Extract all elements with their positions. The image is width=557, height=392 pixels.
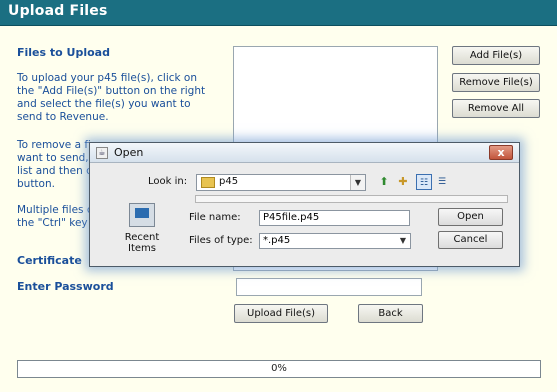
window-title: Upload Files	[8, 3, 108, 19]
dialog-title-bar[interactable]: ☕ Open x	[90, 143, 519, 163]
upload-progress-bar: 0%	[17, 360, 541, 378]
remove-line: list and then cl	[17, 165, 95, 177]
new-folder-icon[interactable]: ✚	[395, 174, 411, 190]
back-button[interactable]: Back	[358, 304, 423, 323]
files-of-type-value: *.p45	[263, 235, 291, 246]
file-name-input[interactable]: P45file.p45	[259, 210, 410, 226]
upload-instructions: To upload your p45 file(s), click on the…	[17, 72, 206, 123]
certificate-heading: Certificate	[17, 254, 82, 267]
upload-files-button[interactable]: Upload File(s)	[234, 304, 328, 323]
open-dialog: ☕ Open x Look in: p45 ▼ ⬆ ✚ ☷ ☰ Recent I…	[89, 142, 520, 267]
remove-instructions: To remove a fi want to send, s list and …	[17, 139, 97, 191]
password-heading: Enter Password	[17, 280, 114, 293]
file-name-label: File name:	[189, 212, 241, 223]
add-files-button[interactable]: Add File(s)	[452, 46, 540, 65]
remove-line: button.	[17, 178, 55, 190]
files-heading: Files to Upload	[17, 46, 110, 59]
title-bar: Upload Files	[0, 0, 557, 26]
progress-label: 0%	[271, 363, 287, 374]
java-app-icon: ☕	[96, 147, 108, 159]
files-of-type-label: Files of type:	[189, 235, 253, 246]
look-in-label: Look in:	[148, 176, 188, 187]
cancel-button[interactable]: Cancel	[438, 231, 503, 249]
file-browser-scrollbar[interactable]	[195, 195, 508, 203]
remove-all-button[interactable]: Remove All	[452, 99, 540, 118]
remove-files-button[interactable]: Remove File(s)	[452, 73, 540, 92]
files-of-type-select[interactable]: *.p45 ▼	[259, 233, 411, 249]
chevron-down-icon: ▼	[350, 175, 365, 190]
list-view-icon[interactable]: ☷	[416, 174, 432, 190]
dialog-title: Open	[114, 146, 144, 159]
open-button[interactable]: Open	[438, 208, 503, 226]
folder-icon	[201, 177, 215, 188]
recent-items-label: Recent Items	[124, 232, 160, 254]
remove-line: To remove a fi	[17, 139, 91, 151]
details-view-icon[interactable]: ☰	[434, 174, 450, 190]
close-icon[interactable]: x	[489, 145, 513, 160]
recent-items-shortcut[interactable]: Recent Items	[112, 203, 172, 254]
remove-line: want to send, s	[17, 152, 98, 164]
up-folder-icon[interactable]: ⬆	[376, 174, 392, 190]
multiple-files-instructions: Multiple files c the "Ctrl" key o	[17, 204, 97, 230]
multiple-line: Multiple files c	[17, 204, 93, 216]
look-in-value: p45	[219, 176, 239, 187]
look-in-select[interactable]: p45 ▼	[196, 174, 366, 191]
multiple-line: the "Ctrl" key o	[17, 217, 98, 229]
password-field[interactable]	[236, 278, 422, 296]
chevron-down-icon: ▼	[399, 236, 407, 245]
recent-items-icon	[129, 203, 155, 227]
